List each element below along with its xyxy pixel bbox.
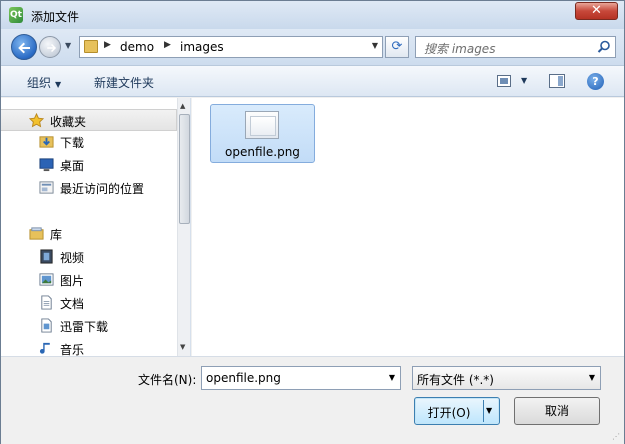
downloads-folder-icon [39, 136, 54, 148]
filename-label: 文件名(N): [138, 373, 197, 387]
sidebar-item-label: 图片 [60, 274, 85, 288]
back-button[interactable] [11, 34, 37, 60]
sidebar-item-music[interactable]: 音乐 [1, 338, 177, 356]
sidebar-item-label: 最近访问的位置 [60, 182, 145, 196]
resize-grip-icon[interactable]: ⋰ [612, 432, 622, 442]
navigation-bar: ▼ ▶ demo ▶ images ▼ ⟳ 搜索 images [1, 29, 624, 65]
sidebar-item-videos[interactable]: 视频 [1, 246, 177, 268]
chevron-down-icon[interactable]: ▼ [486, 406, 492, 415]
preview-pane-icon[interactable] [549, 74, 565, 88]
chevron-down-icon[interactable]: ▼ [389, 373, 395, 382]
chevron-down-icon[interactable]: ▼ [589, 373, 595, 382]
video-icon [40, 249, 53, 264]
cancel-button[interactable]: 取消 [514, 397, 600, 425]
search-input[interactable]: 搜索 images [415, 36, 616, 58]
close-button[interactable]: ✕ [575, 2, 618, 20]
library-icon [29, 227, 44, 240]
scroll-down-icon[interactable]: ▼ [180, 343, 185, 351]
filename-field[interactable]: openfile.png ▼ [201, 366, 401, 390]
chevron-down-icon: ▼ [55, 80, 62, 89]
sidebar-item-label: 文档 [60, 297, 85, 311]
organize-menu[interactable]: 组织 ▼ [27, 74, 61, 91]
recent-locations-dropdown[interactable]: ▼ [65, 41, 75, 51]
address-bar[interactable]: ▶ demo ▶ images ▼ [79, 36, 383, 58]
sidebar-item-xunlei-downloads[interactable]: 迅雷下载 [1, 315, 177, 337]
file-item[interactable]: openfile.png [210, 104, 315, 163]
sidebar-item-label: 下载 [60, 136, 85, 150]
sidebar-item-label: 库 [50, 228, 63, 242]
image-file-icon [245, 111, 279, 139]
change-view-icon[interactable] [497, 75, 511, 87]
open-button[interactable]: 打开(O) ▼ [414, 397, 500, 425]
sidebar-item-favorites[interactable]: 收藏夹 [1, 109, 177, 131]
breadcrumb-segment[interactable]: demo [120, 40, 154, 54]
sidebar-item-label: 音乐 [60, 343, 85, 356]
forward-arrow-icon [47, 43, 57, 53]
nav-scrollbar[interactable]: ▲ ▼ [177, 98, 190, 356]
file-name: openfile.png [225, 145, 300, 159]
sidebar-item-recent-places[interactable]: 最近访问的位置 [1, 177, 177, 199]
title-bar: Qt 添加文件 ✕ [1, 1, 624, 29]
chevron-down-icon[interactable]: ▼ [521, 76, 527, 85]
scrollbar-thumb[interactable] [179, 114, 190, 224]
split-divider [483, 400, 484, 422]
pictures-icon [39, 273, 54, 286]
search-icon[interactable] [597, 40, 611, 54]
sidebar-item-desktop[interactable]: 桌面 [1, 154, 177, 176]
help-icon[interactable]: ? [587, 73, 604, 90]
sidebar-item-label: 迅雷下载 [60, 320, 109, 334]
command-toolbar: 组织 ▼ 新建文件夹 ▼ ? [1, 65, 624, 97]
sidebar-item-pictures[interactable]: 图片 [1, 269, 177, 291]
star-icon [29, 113, 44, 128]
dialog-footer: 文件名(N): openfile.png ▼ 所有文件 (*.*) ▼ 打开(O… [1, 356, 624, 444]
sidebar-item-downloads[interactable]: 下载 [1, 131, 177, 153]
folder-icon [84, 40, 98, 53]
sidebar-item-label: 收藏夹 [50, 115, 87, 129]
breadcrumb-segment[interactable]: images [180, 40, 224, 54]
forward-button[interactable] [39, 36, 61, 58]
chevron-down-icon[interactable]: ▼ [372, 41, 378, 50]
documents-icon [41, 295, 52, 310]
sidebar-item-label: 桌面 [60, 159, 85, 173]
navigation-pane: 收藏夹 下载 桌面 最近访问的位置 库 视频 图片 文档 迅雷下载 音乐 ▲ ▼ [1, 98, 191, 356]
refresh-button[interactable]: ⟳ [385, 36, 409, 58]
sidebar-item-libraries[interactable]: 库 [1, 223, 177, 245]
xunlei-icon [41, 318, 52, 333]
desktop-icon [39, 158, 54, 172]
window-title: 添加文件 [31, 10, 80, 24]
new-folder-button[interactable]: 新建文件夹 [94, 74, 154, 91]
music-icon [39, 342, 50, 354]
file-type-value: 所有文件 (*.*) [417, 373, 494, 387]
open-button-label: 打开(O) [427, 406, 471, 420]
file-type-select[interactable]: 所有文件 (*.*) ▼ [412, 366, 601, 390]
chevron-right-icon[interactable]: ▶ [104, 40, 111, 50]
filename-value: openfile.png [206, 371, 281, 385]
recent-places-icon [39, 181, 54, 194]
search-placeholder: 搜索 images [424, 42, 496, 56]
app-icon: Qt [9, 7, 23, 23]
sidebar-item-documents[interactable]: 文档 [1, 292, 177, 314]
file-list: openfile.png [192, 98, 624, 356]
sidebar-item-label: 视频 [60, 251, 85, 265]
scroll-up-icon[interactable]: ▲ [180, 102, 185, 110]
back-arrow-icon [18, 42, 30, 54]
open-file-dialog: Qt 添加文件 ✕ ▼ ▶ demo ▶ images ▼ ⟳ 搜索 image… [0, 0, 625, 444]
chevron-right-icon[interactable]: ▶ [164, 40, 171, 50]
